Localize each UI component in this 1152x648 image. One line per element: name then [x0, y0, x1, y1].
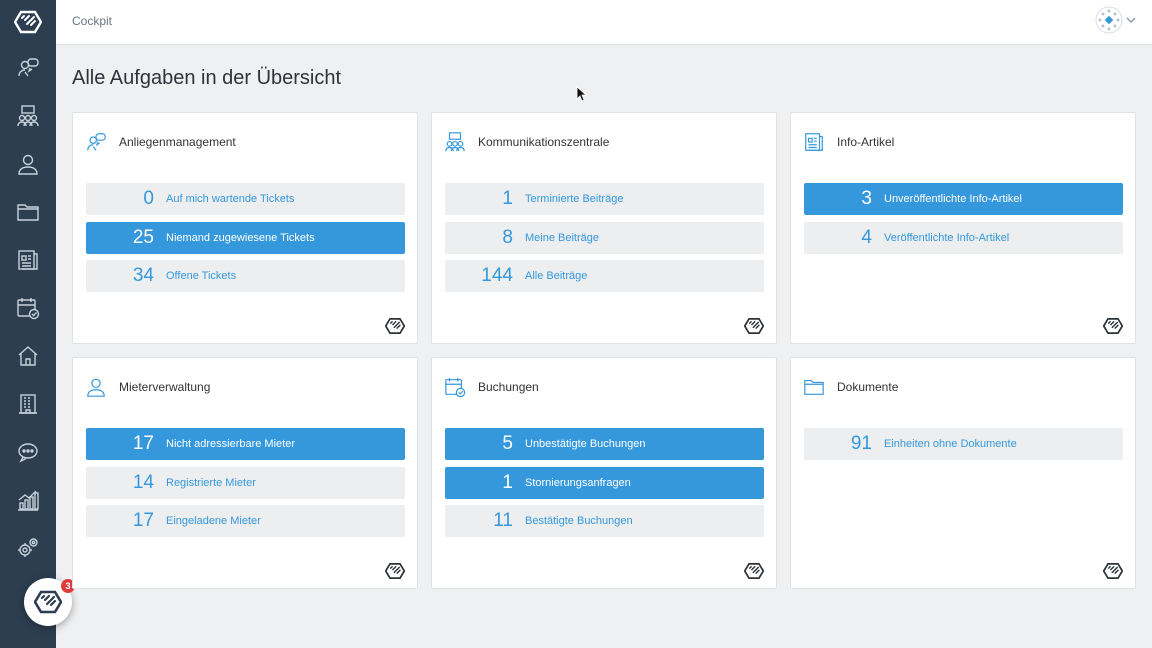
task-label: Auf mich wartende Tickets [166, 193, 295, 205]
task-label: Stornierungsanfragen [525, 477, 631, 489]
task-row-unbestaetigte-buchungen[interactable]: 5 Unbestätigte Buchungen [445, 428, 764, 460]
article-icon [805, 133, 823, 151]
card-anliegenmanagement: Anliegenmanagement 0 Auf mich wartende T… [72, 112, 418, 344]
person-icon [87, 378, 105, 397]
sidebar-item-building[interactable] [16, 392, 40, 416]
card-title: Info-Artikel [837, 135, 895, 149]
task-row-bestaetigte-buchungen[interactable]: 11 Bestätigte Buchungen [445, 505, 764, 537]
card-title: Anliegenmanagement [119, 135, 236, 149]
card-dokumente: Dokumente 91 Einheiten ohne Dokumente [790, 357, 1136, 589]
task-label: Registrierte Mieter [166, 477, 256, 489]
task-count: 25 [132, 227, 154, 248]
task-label: Offene Tickets [166, 270, 237, 282]
card-header[interactable]: Buchungen [444, 376, 539, 398]
task-label: Veröffentlichte Info-Artikel [884, 232, 1010, 244]
card-kommunikationszentrale: Kommunikationszentrale 1 Terminierte Bei… [431, 112, 777, 344]
card-title: Dokumente [837, 380, 899, 394]
task-label: Bestätigte Buchungen [525, 515, 633, 527]
task-count: 4 [861, 227, 872, 248]
task-row-alle-beitraege[interactable]: 144 Alle Beiträge [445, 260, 764, 292]
task-label: Einheiten ohne Dokumente [884, 438, 1017, 450]
card-header[interactable]: Dokumente [803, 376, 898, 398]
sidebar-item-anliegen[interactable] [16, 56, 40, 80]
sidebar-item-statistik[interactable] [16, 488, 40, 512]
logo-icon [744, 318, 764, 334]
task-label: Terminierte Beiträge [525, 193, 624, 205]
task-label: Alle Beiträge [525, 270, 588, 282]
sidebar-item-info-artikel[interactable] [16, 248, 40, 272]
user-avatar[interactable] [1095, 6, 1123, 34]
task-row-veroeffentlichte-info-artikel[interactable]: 4 Veröffentlichte Info-Artikel [804, 222, 1123, 254]
task-count: 0 [143, 188, 154, 209]
card-header[interactable]: Mieterverwaltung [85, 376, 210, 398]
task-row-registrierte-mieter[interactable]: 14 Registrierte Mieter [86, 467, 405, 499]
logo-icon [385, 563, 405, 579]
task-count: 34 [132, 265, 154, 286]
task-count: 3 [861, 188, 872, 209]
task-row-nicht-adressierbare-mieter[interactable]: 17 Nicht adressierbare Mieter [86, 428, 405, 460]
task-count: 1 [502, 188, 513, 209]
task-label: Unbestätigte Buchungen [525, 438, 646, 450]
logo-icon [385, 318, 405, 334]
task-row-auf-mich-wartende-tickets[interactable]: 0 Auf mich wartende Tickets [86, 183, 405, 215]
topbar: Cockpit [56, 0, 1152, 45]
card-header[interactable]: Info-Artikel [803, 131, 894, 153]
sidebar [0, 0, 56, 648]
card-title: Mieterverwaltung [119, 380, 211, 394]
logo-icon [1103, 563, 1123, 579]
card-buchungen: Buchungen 5 Unbestätigte Buchungen 1 Sto… [431, 357, 777, 589]
sidebar-item-buchungen[interactable] [16, 296, 40, 320]
task-row-meine-beitraege[interactable]: 8 Meine Beiträge [445, 222, 764, 254]
sidebar-item-dokumente[interactable] [16, 200, 40, 224]
task-label: Unveröffentlichte Info-Artikel [884, 193, 1022, 205]
task-row-unveroeffentlichte-info-artikel[interactable]: 3 Unveröffentlichte Info-Artikel [804, 183, 1123, 215]
logo-icon[interactable] [13, 8, 43, 36]
anliegen-icon [87, 133, 106, 151]
sidebar-item-chat[interactable] [16, 440, 40, 464]
task-row-einheiten-ohne-dokumente[interactable]: 91 Einheiten ohne Dokumente [804, 428, 1123, 460]
task-label: Niemand zugewiesene Tickets [166, 232, 315, 244]
card-title: Buchungen [478, 380, 539, 394]
card-mieterverwaltung: Mieterverwaltung 17 Nicht adressierbare … [72, 357, 418, 589]
page-title: Alle Aufgaben in der Übersicht [72, 67, 342, 89]
card-info-artikel: Info-Artikel 3 Unveröffentlichte Info-Ar… [790, 112, 1136, 344]
task-count: 5 [502, 433, 513, 454]
task-label: Meine Beiträge [525, 232, 599, 244]
task-count: 14 [132, 472, 154, 493]
chevron-down-icon[interactable] [1125, 13, 1137, 25]
task-count: 11 [493, 510, 513, 531]
task-row-eingeladene-mieter[interactable]: 17 Eingeladene Mieter [86, 505, 405, 537]
task-count: 144 [481, 265, 513, 286]
task-count: 8 [502, 227, 513, 248]
kommunikation-icon [445, 132, 465, 152]
task-count: 17 [132, 433, 154, 454]
folder-icon [804, 379, 824, 395]
sidebar-item-mieter[interactable] [16, 152, 40, 176]
card-title: Kommunikationszentrale [478, 135, 610, 149]
sidebar-item-kommunikation[interactable] [16, 104, 40, 128]
task-row-stornierungsanfragen[interactable]: 1 Stornierungsanfragen [445, 467, 764, 499]
task-row-niemand-zugewiesene-tickets[interactable]: 25 Niemand zugewiesene Tickets [86, 222, 405, 254]
sidebar-item-settings[interactable] [16, 536, 40, 560]
task-count: 17 [132, 510, 154, 531]
task-row-terminierte-beitraege[interactable]: 1 Terminierte Beiträge [445, 183, 764, 215]
task-label: Nicht adressierbare Mieter [166, 438, 295, 450]
task-row-offene-tickets[interactable]: 34 Offene Tickets [86, 260, 405, 292]
logo-icon [34, 590, 62, 614]
logo-icon [1103, 318, 1123, 334]
app-title: Cockpit [72, 14, 113, 28]
task-count: 1 [502, 472, 513, 493]
sidebar-item-home[interactable] [16, 344, 40, 368]
card-header[interactable]: Kommunikationszentrale [444, 131, 609, 153]
logo-icon [744, 563, 764, 579]
task-label: Eingeladene Mieter [166, 515, 261, 527]
card-header[interactable]: Anliegenmanagement [85, 131, 236, 153]
calendar-icon [445, 377, 466, 398]
task-count: 91 [850, 433, 872, 454]
mouse-cursor-icon [576, 86, 586, 102]
